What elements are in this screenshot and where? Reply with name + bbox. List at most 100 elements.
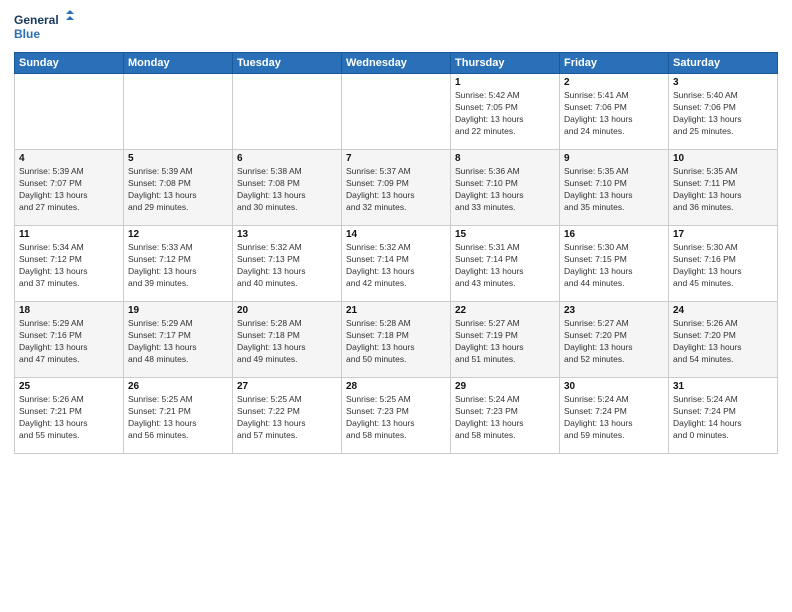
cell-content: Sunrise: 5:28 AM Sunset: 7:18 PM Dayligh…: [346, 318, 446, 366]
cell-4-4: 29Sunrise: 5:24 AM Sunset: 7:23 PM Dayli…: [451, 378, 560, 454]
cell-4-6: 31 Sunrise: 5:24 AM Sunset: 7:24 PM Dayli…: [669, 378, 778, 454]
cell-4-3: 28 Sunrise: 5:25 AM Sunset: 7:23 PM Dayli…: [342, 378, 451, 454]
cell-1-6: 10Sunrise: 5:35 AM Sunset: 7:11 PM Dayli…: [669, 150, 778, 226]
cell-content: Sunrise: 5:31 AM Sunset: 7:14 PM Dayligh…: [455, 242, 555, 290]
day-number: 1: [455, 77, 555, 88]
cell-3-1: 19 Sunrise: 5:29 AM Sunset: 7:17 PM Dayli…: [124, 302, 233, 378]
day-number: 8: [455, 153, 555, 164]
cell-1-0: 4 Sunrise: 5:39 AM Sunset: 7:07 PM Daylig…: [15, 150, 124, 226]
cell-2-1: 12 Sunrise: 5:33 AM Sunset: 7:12 PM Dayli…: [124, 226, 233, 302]
day-number: 9: [564, 153, 664, 164]
cell-2-4: 15 Sunrise: 5:31 AM Sunset: 7:14 PM Dayli…: [451, 226, 560, 302]
cell-content: Sunrise: 5:25 AM Sunset: 7:23 PM Dayligh…: [346, 394, 446, 442]
cell-content: Sunrise: 5:36 AM Sunset: 7:10 PM Dayligh…: [455, 166, 555, 214]
cell-content: Sunrise: 5:29 AM Sunset: 7:17 PM Dayligh…: [128, 318, 228, 366]
day-number: 26: [128, 381, 228, 392]
cell-content: Sunrise: 5:32 AM Sunset: 7:14 PM Dayligh…: [346, 242, 446, 290]
day-number: 29: [455, 381, 555, 392]
cell-1-2: 6 Sunrise: 5:38 AM Sunset: 7:08 PM Daylig…: [233, 150, 342, 226]
week-row-2: 4 Sunrise: 5:39 AM Sunset: 7:07 PM Daylig…: [15, 150, 778, 226]
cell-content: Sunrise: 5:33 AM Sunset: 7:12 PM Dayligh…: [128, 242, 228, 290]
day-number: 6: [237, 153, 337, 164]
svg-text:Blue: Blue: [14, 27, 40, 41]
day-number: 30: [564, 381, 664, 392]
week-row-4: 18 Sunrise: 5:29 AM Sunset: 7:16 PM Dayli…: [15, 302, 778, 378]
cell-0-4: 1Sunrise: 5:42 AM Sunset: 7:05 PM Daylig…: [451, 74, 560, 150]
cell-3-6: 24 Sunrise: 5:26 AM Sunset: 7:20 PM Dayli…: [669, 302, 778, 378]
cell-3-0: 18 Sunrise: 5:29 AM Sunset: 7:16 PM Dayli…: [15, 302, 124, 378]
cell-content: Sunrise: 5:30 AM Sunset: 7:15 PM Dayligh…: [564, 242, 664, 290]
day-number: 24: [673, 305, 773, 316]
header: General Blue: [14, 10, 778, 46]
header-row: SundayMondayTuesdayWednesdayThursdayFrid…: [15, 53, 778, 74]
cell-content: Sunrise: 5:39 AM Sunset: 7:07 PM Dayligh…: [19, 166, 119, 214]
cell-content: Sunrise: 5:29 AM Sunset: 7:16 PM Dayligh…: [19, 318, 119, 366]
cell-content: Sunrise: 5:34 AM Sunset: 7:12 PM Dayligh…: [19, 242, 119, 290]
day-number: 31: [673, 381, 773, 392]
cell-4-1: 26 Sunrise: 5:25 AM Sunset: 7:21 PM Dayli…: [124, 378, 233, 454]
cell-2-0: 11Sunrise: 5:34 AM Sunset: 7:12 PM Dayli…: [15, 226, 124, 302]
day-number: 25: [19, 381, 119, 392]
cell-2-6: 17 Sunrise: 5:30 AM Sunset: 7:16 PM Dayli…: [669, 226, 778, 302]
cell-content: Sunrise: 5:32 AM Sunset: 7:13 PM Dayligh…: [237, 242, 337, 290]
day-number: 3: [673, 77, 773, 88]
logo: General Blue: [14, 10, 74, 46]
day-number: 13: [237, 229, 337, 240]
day-number: 12: [128, 229, 228, 240]
cell-content: Sunrise: 5:27 AM Sunset: 7:19 PM Dayligh…: [455, 318, 555, 366]
cell-0-6: 3 Sunrise: 5:40 AM Sunset: 7:06 PM Daylig…: [669, 74, 778, 150]
cell-content: Sunrise: 5:25 AM Sunset: 7:21 PM Dayligh…: [128, 394, 228, 442]
week-row-3: 11Sunrise: 5:34 AM Sunset: 7:12 PM Dayli…: [15, 226, 778, 302]
cell-content: Sunrise: 5:25 AM Sunset: 7:22 PM Dayligh…: [237, 394, 337, 442]
cell-content: Sunrise: 5:26 AM Sunset: 7:20 PM Dayligh…: [673, 318, 773, 366]
cell-4-0: 25 Sunrise: 5:26 AM Sunset: 7:21 PM Dayli…: [15, 378, 124, 454]
svg-text:General: General: [14, 13, 59, 27]
cell-1-1: 5 Sunrise: 5:39 AM Sunset: 7:08 PM Daylig…: [124, 150, 233, 226]
cell-content: Sunrise: 5:28 AM Sunset: 7:18 PM Dayligh…: [237, 318, 337, 366]
cell-0-0: [15, 74, 124, 150]
week-row-5: 25 Sunrise: 5:26 AM Sunset: 7:21 PM Dayli…: [15, 378, 778, 454]
day-number: 2: [564, 77, 664, 88]
cell-content: Sunrise: 5:24 AM Sunset: 7:24 PM Dayligh…: [564, 394, 664, 442]
day-number: 20: [237, 305, 337, 316]
cell-content: Sunrise: 5:39 AM Sunset: 7:08 PM Dayligh…: [128, 166, 228, 214]
day-number: 19: [128, 305, 228, 316]
cell-1-5: 9Sunrise: 5:35 AM Sunset: 7:10 PM Daylig…: [560, 150, 669, 226]
cell-0-5: 2 Sunrise: 5:41 AM Sunset: 7:06 PM Daylig…: [560, 74, 669, 150]
logo-svg: General Blue: [14, 10, 74, 46]
day-number: 15: [455, 229, 555, 240]
header-wednesday: Wednesday: [342, 53, 451, 74]
cell-content: Sunrise: 5:30 AM Sunset: 7:16 PM Dayligh…: [673, 242, 773, 290]
day-number: 7: [346, 153, 446, 164]
day-number: 21: [346, 305, 446, 316]
day-number: 27: [237, 381, 337, 392]
day-number: 10: [673, 153, 773, 164]
cell-content: Sunrise: 5:41 AM Sunset: 7:06 PM Dayligh…: [564, 90, 664, 138]
cell-0-3: [342, 74, 451, 150]
cell-content: Sunrise: 5:38 AM Sunset: 7:08 PM Dayligh…: [237, 166, 337, 214]
header-friday: Friday: [560, 53, 669, 74]
day-number: 23: [564, 305, 664, 316]
cell-content: Sunrise: 5:40 AM Sunset: 7:06 PM Dayligh…: [673, 90, 773, 138]
calendar-table: SundayMondayTuesdayWednesdayThursdayFrid…: [14, 52, 778, 454]
day-number: 5: [128, 153, 228, 164]
cell-content: Sunrise: 5:26 AM Sunset: 7:21 PM Dayligh…: [19, 394, 119, 442]
cell-content: Sunrise: 5:37 AM Sunset: 7:09 PM Dayligh…: [346, 166, 446, 214]
cell-0-1: [124, 74, 233, 150]
cell-3-5: 23Sunrise: 5:27 AM Sunset: 7:20 PM Dayli…: [560, 302, 669, 378]
day-number: 16: [564, 229, 664, 240]
cell-content: Sunrise: 5:24 AM Sunset: 7:24 PM Dayligh…: [673, 394, 773, 442]
day-number: 18: [19, 305, 119, 316]
cell-4-2: 27 Sunrise: 5:25 AM Sunset: 7:22 PM Dayli…: [233, 378, 342, 454]
cell-1-4: 8 Sunrise: 5:36 AM Sunset: 7:10 PM Daylig…: [451, 150, 560, 226]
header-sunday: Sunday: [15, 53, 124, 74]
calendar-header: SundayMondayTuesdayWednesdayThursdayFrid…: [15, 53, 778, 74]
day-number: 28: [346, 381, 446, 392]
header-monday: Monday: [124, 53, 233, 74]
cell-2-3: 14 Sunrise: 5:32 AM Sunset: 7:14 PM Dayli…: [342, 226, 451, 302]
day-number: 17: [673, 229, 773, 240]
cell-3-2: 20 Sunrise: 5:28 AM Sunset: 7:18 PM Dayli…: [233, 302, 342, 378]
day-number: 4: [19, 153, 119, 164]
page: General Blue SundayMondayTuesdayWednesda…: [0, 0, 792, 612]
day-number: 14: [346, 229, 446, 240]
